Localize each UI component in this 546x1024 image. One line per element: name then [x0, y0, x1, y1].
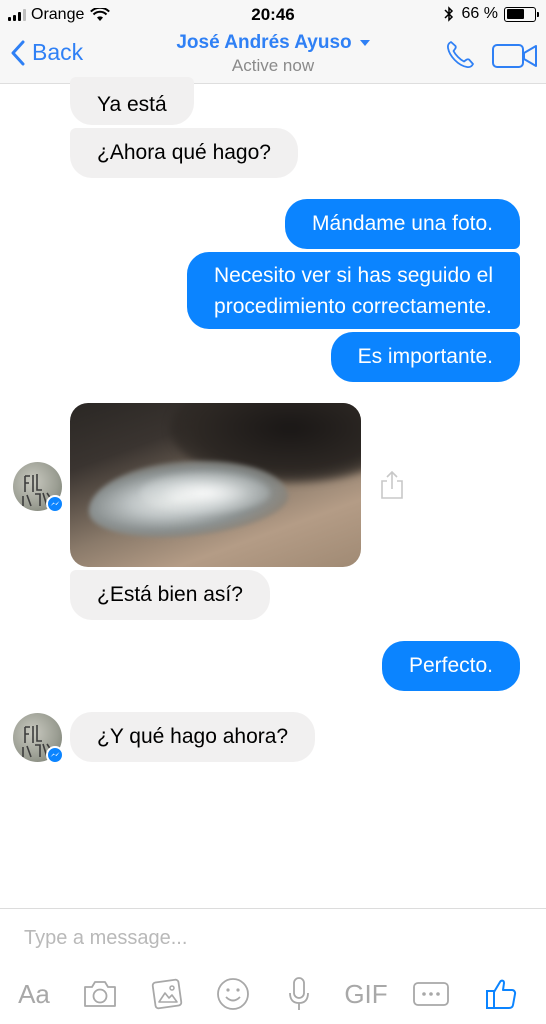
microphone-icon [289, 977, 309, 1010]
more-button[interactable] [409, 972, 453, 1016]
camera-button[interactable] [79, 972, 121, 1016]
video-camera-icon[interactable] [491, 42, 539, 70]
composer-divider [0, 908, 546, 909]
thumbs-up-icon [486, 979, 517, 1009]
message-incoming[interactable]: ¿Y qué hago ahora? [70, 712, 316, 762]
message-text: Mándame una foto. [312, 212, 493, 235]
battery-percent: 66 % [461, 5, 498, 22]
share-icon[interactable] [378, 470, 406, 500]
message-outgoing[interactable]: Mándame una foto. [285, 199, 520, 249]
message-text: ¿Está bien así? [97, 583, 243, 606]
photo-message[interactable] [70, 403, 361, 567]
avatar[interactable] [13, 462, 64, 513]
message-text: Perfecto. [408, 654, 493, 677]
message-text: procedimiento correctamente. [214, 295, 492, 318]
messenger-icon [46, 746, 64, 764]
emoji-icon [217, 978, 249, 1010]
bluetooth-icon [444, 6, 453, 22]
gallery-button[interactable] [146, 972, 188, 1016]
message-text: Es importante. [357, 345, 493, 368]
message-text: ¿Ahora qué hago? [97, 141, 271, 164]
camera-icon [84, 981, 116, 1007]
message-input[interactable] [14, 918, 524, 958]
chevron-down-icon [359, 40, 370, 46]
more-icon [413, 982, 449, 1006]
message-incoming[interactable]: ¿Está bien así? [70, 570, 270, 620]
like-button[interactable] [480, 972, 522, 1016]
status-bar: Orange 20:46 66 % [0, 0, 546, 30]
message-outgoing[interactable]: Perfecto. [381, 641, 520, 691]
text-format-label: Aa [18, 978, 50, 1009]
battery-icon [504, 6, 539, 22]
phone-icon[interactable] [444, 39, 476, 71]
gif-button[interactable]: GIF [341, 972, 391, 1016]
messenger-icon [46, 495, 64, 513]
contact-name: José Andrés Ayuso [176, 32, 352, 53]
message-text: Ya está [97, 93, 167, 116]
battery-level [506, 9, 525, 19]
nav-bar: Back José Andrés Ayuso Active now [0, 30, 546, 84]
text-format-button[interactable]: Aa [12, 972, 56, 1016]
emoji-button[interactable] [212, 972, 254, 1016]
composer-toolbar: Aa GIF [0, 972, 546, 1016]
message-text: Necesito ver si has seguido el [214, 264, 493, 287]
microphone-button[interactable] [278, 972, 320, 1016]
status-right: 66 % [444, 5, 539, 23]
message-incoming[interactable]: ¿Ahora qué hago? [70, 128, 298, 178]
gif-label: GIF [344, 978, 388, 1009]
message-incoming[interactable]: Ya está [70, 77, 194, 125]
gallery-icon [151, 978, 183, 1010]
message-outgoing[interactable]: Necesito ver si has seguido el procedimi… [187, 252, 520, 329]
contact-name-button[interactable]: José Andrés Ayuso [176, 32, 370, 54]
message-outgoing[interactable]: Es importante. [330, 332, 520, 382]
message-text: ¿Y qué hago ahora? [97, 725, 289, 748]
avatar[interactable] [13, 713, 64, 764]
